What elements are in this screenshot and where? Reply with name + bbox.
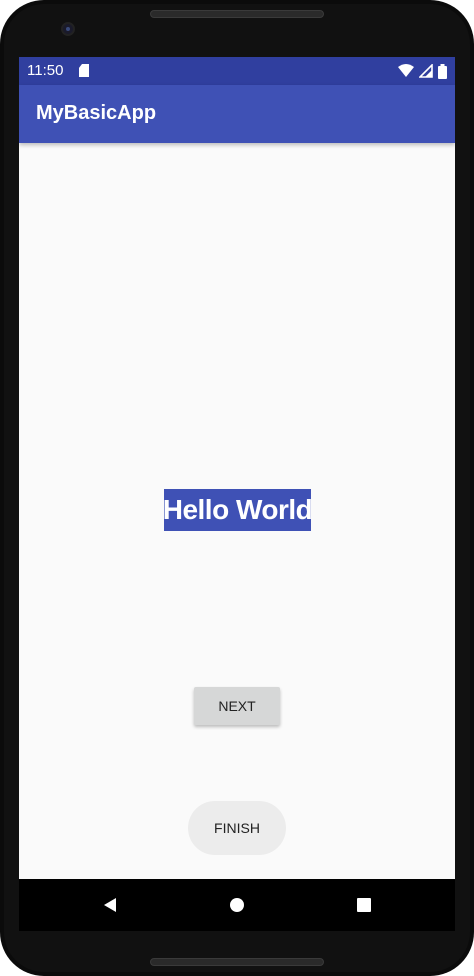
bottom-speaker (150, 958, 324, 966)
sd-card-icon (79, 64, 89, 77)
back-icon (104, 898, 116, 912)
main-content: Hello World NEXT FINISH (19, 143, 455, 879)
app-bar: MyBasicApp (19, 85, 455, 143)
wifi-icon (398, 64, 414, 77)
back-button[interactable] (96, 891, 124, 919)
home-button[interactable] (223, 891, 251, 919)
device-screen: 11:50 MyBasicApp Hello World NEXT FINISH (19, 57, 455, 931)
finish-button[interactable]: FINISH (188, 801, 286, 855)
phone-frame: 11:50 MyBasicApp Hello World NEXT FINISH (0, 0, 474, 976)
recents-button[interactable] (350, 891, 378, 919)
signal-icon (419, 64, 433, 78)
front-camera-icon (61, 22, 75, 36)
next-button[interactable]: NEXT (194, 687, 280, 725)
recents-icon (357, 898, 371, 912)
hello-world-text: Hello World (163, 489, 313, 531)
home-icon (230, 898, 244, 912)
status-icons (398, 63, 447, 79)
status-time: 11:50 (27, 62, 64, 79)
app-title: MyBasicApp (36, 102, 157, 124)
earpiece-speaker (150, 10, 324, 18)
status-bar: 11:50 (19, 57, 455, 85)
battery-icon (438, 63, 447, 79)
navigation-bar (19, 879, 455, 931)
